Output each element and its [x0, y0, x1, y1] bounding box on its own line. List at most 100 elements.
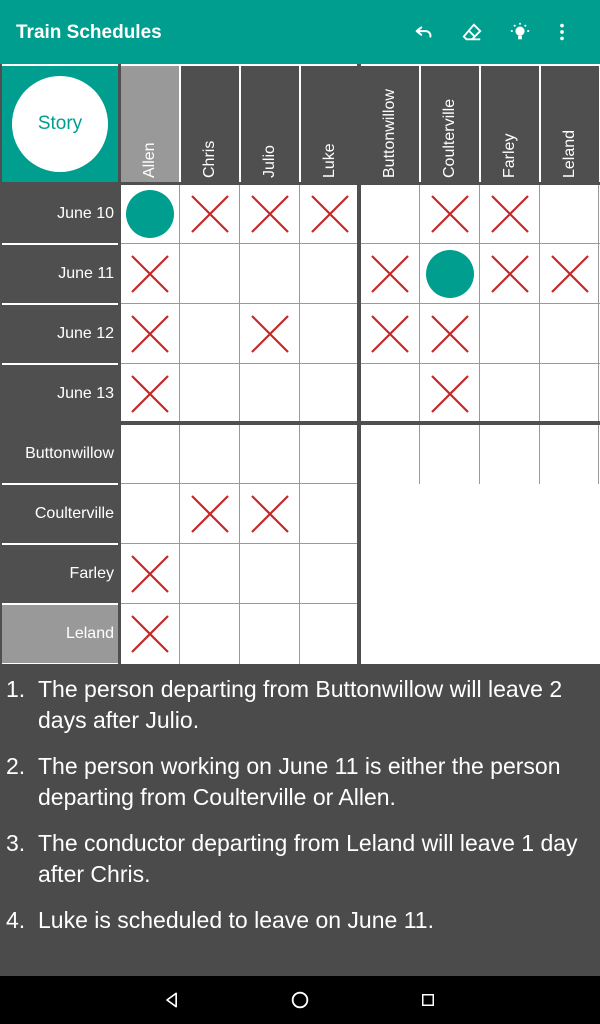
back-triangle-icon[interactable] — [160, 988, 184, 1012]
row-header-coulterville[interactable]: Coulterville — [2, 485, 120, 543]
dates-stations-cell[interactable] — [480, 304, 540, 364]
row-header-june-11[interactable]: June 11 — [2, 245, 120, 303]
grid-left-border — [0, 64, 2, 664]
recents-square-icon[interactable] — [416, 988, 440, 1012]
dates-people-cell[interactable] — [180, 364, 240, 424]
true-dot-mark — [120, 184, 180, 244]
dates-people-cell[interactable] — [300, 364, 360, 424]
dates-people-cell[interactable] — [300, 304, 360, 364]
cross-mark — [180, 184, 240, 244]
grid-line-h — [120, 483, 360, 484]
column-header-julio[interactable]: Julio — [241, 66, 299, 184]
row-header-leland[interactable]: Leland — [2, 605, 120, 663]
home-circle-icon[interactable] — [288, 988, 312, 1012]
dot — [426, 250, 474, 298]
eraser-icon[interactable] — [456, 16, 488, 48]
stations-people-cell[interactable] — [300, 424, 360, 484]
cross-mark — [480, 244, 540, 304]
column-header-coulterville[interactable]: Coulterville — [421, 66, 479, 184]
stations-people-cell[interactable] — [120, 484, 180, 544]
column-label: Buttonwillow — [381, 89, 398, 178]
clue-item[interactable]: 3. The conductor departing from Leland wi… — [6, 828, 590, 890]
more-vert-icon[interactable] — [546, 16, 578, 48]
dates-people-cell[interactable] — [300, 244, 360, 304]
column-label: Leland — [561, 129, 578, 178]
row-label: Buttonwillow — [25, 445, 114, 462]
stations-people-cell[interactable] — [180, 544, 240, 604]
cross-icon — [491, 195, 529, 233]
cross-mark — [360, 244, 420, 304]
dates-people-cell[interactable] — [180, 304, 240, 364]
cross-icon — [311, 195, 349, 233]
cross-icon — [431, 375, 469, 413]
cross-mark — [180, 484, 240, 544]
column-header-luke[interactable]: Luke — [301, 66, 359, 184]
column-header-farley[interactable]: Farley — [481, 66, 539, 184]
dates-stations-cell[interactable] — [360, 364, 420, 424]
dot — [126, 190, 174, 238]
separator-block-horizontal — [0, 421, 600, 425]
row-label: June 13 — [57, 385, 114, 402]
stations-people-cell[interactable] — [300, 604, 360, 664]
row-header-farley[interactable]: Farley — [2, 545, 120, 603]
row-header-june-10[interactable]: June 10 — [2, 185, 120, 243]
grid-line-v — [179, 424, 180, 664]
cross-mark — [120, 304, 180, 364]
grid-line-v — [479, 184, 480, 484]
story-panel: Story — [2, 66, 119, 182]
dates-people-cell[interactable] — [240, 244, 300, 304]
clue-number: 4. — [6, 907, 26, 933]
cross-mark — [420, 304, 480, 364]
grid-line-v — [539, 184, 540, 484]
undo-icon[interactable] — [408, 16, 440, 48]
column-header-buttonwillow[interactable]: Buttonwillow — [361, 66, 419, 184]
grid-line-v — [598, 184, 599, 484]
stations-people-cell[interactable] — [240, 604, 300, 664]
cross-icon — [131, 615, 169, 653]
column-header-chris[interactable]: Chris — [181, 66, 239, 184]
dates-stations-cell[interactable] — [480, 364, 540, 424]
cross-icon — [251, 495, 289, 533]
stations-people-cell[interactable] — [300, 484, 360, 544]
dates-people-cell[interactable] — [180, 244, 240, 304]
column-header-allen[interactable]: Allen — [121, 66, 179, 184]
app-bar: Train Schedules — [0, 0, 600, 64]
dates-stations-cell[interactable] — [540, 184, 600, 244]
dates-stations-cell[interactable] — [540, 364, 600, 424]
cross-mark — [360, 304, 420, 364]
column-label: Farley — [501, 133, 518, 178]
clue-item[interactable]: 4. Luke is scheduled to leave on June 11. — [6, 905, 590, 936]
row-header-june-13[interactable]: June 13 — [2, 365, 120, 423]
grid-line-v — [299, 424, 300, 664]
stations-people-cell[interactable] — [180, 604, 240, 664]
column-label: Chris — [201, 140, 218, 178]
cross-mark — [480, 184, 540, 244]
clue-number: 2. — [6, 753, 26, 779]
stations-people-cell[interactable] — [120, 424, 180, 484]
lightbulb-icon[interactable] — [504, 16, 536, 48]
dates-stations-cell[interactable] — [360, 184, 420, 244]
dates-stations-cell[interactable] — [540, 304, 600, 364]
stations-people-cell[interactable] — [240, 424, 300, 484]
stations-people-cell[interactable] — [180, 424, 240, 484]
row-header-june-12[interactable]: June 12 — [2, 305, 120, 363]
cross-mark — [300, 184, 360, 244]
cross-icon — [251, 315, 289, 353]
cross-icon — [131, 315, 169, 353]
column-header-leland[interactable]: Leland — [541, 66, 599, 184]
clue-text: The conductor departing from Leland will… — [38, 830, 578, 887]
stations-people-cell[interactable] — [240, 544, 300, 604]
row-label: June 12 — [57, 325, 114, 342]
story-button[interactable]: Story — [12, 76, 108, 172]
stations-people-cell[interactable] — [300, 544, 360, 604]
clue-item[interactable]: 2. The person working on June 11 is eithe… — [6, 751, 590, 813]
row-header-buttonwillow[interactable]: Buttonwillow — [2, 425, 120, 483]
cross-mark — [120, 544, 180, 604]
dates-people-cell[interactable] — [240, 364, 300, 424]
cross-mark — [420, 184, 480, 244]
clue-item[interactable]: 1. The person departing from Buttonwillow… — [6, 674, 590, 736]
cross-icon — [191, 195, 229, 233]
cross-icon — [371, 255, 409, 293]
clue-number: 1. — [6, 676, 26, 702]
clue-text: The person working on June 11 is either … — [38, 753, 561, 810]
